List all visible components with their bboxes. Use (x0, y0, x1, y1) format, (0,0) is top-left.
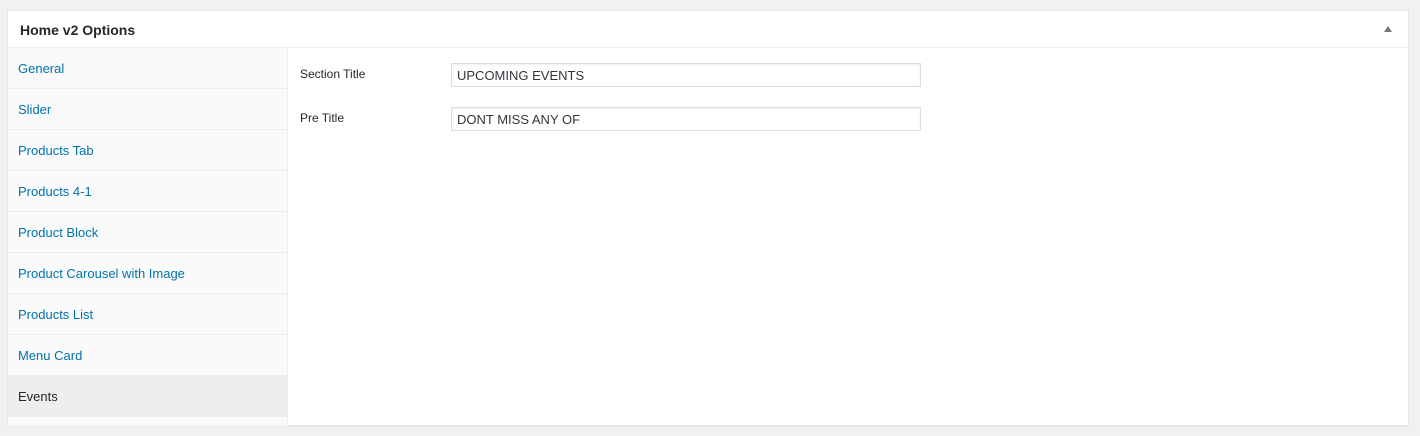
metabox-header[interactable]: Home v2 Options (8, 11, 1408, 48)
section-title-row: Section Title (300, 63, 1396, 87)
section-title-label: Section Title (300, 67, 366, 81)
pre-title-input[interactable] (451, 107, 921, 131)
tab-product-carousel-with-image[interactable]: Product Carousel with Image (8, 253, 287, 294)
tab-menu-card[interactable]: Menu Card (8, 335, 287, 376)
tab-product-block[interactable]: Product Block (8, 212, 287, 253)
home-v2-options-metabox: Home v2 Options General Slider Products … (7, 10, 1409, 426)
tab-products-tab[interactable]: Products Tab (8, 130, 287, 171)
tab-events[interactable]: Events (8, 376, 287, 417)
triangle-up-icon[interactable] (1378, 19, 1398, 39)
metabox-body: General Slider Products Tab Products 4-1… (8, 48, 1408, 426)
tab-general[interactable]: General (8, 48, 287, 89)
tab-products-list[interactable]: Products List (8, 294, 287, 335)
pre-title-row: Pre Title (300, 107, 1396, 131)
section-title-input[interactable] (451, 63, 921, 87)
events-tab-panel: Section Title Pre Title (288, 48, 1408, 426)
options-tab-nav: General Slider Products Tab Products 4-1… (8, 48, 288, 426)
pre-title-label: Pre Title (300, 111, 345, 125)
tab-slider[interactable]: Slider (8, 89, 287, 130)
tab-products-4-1[interactable]: Products 4-1 (8, 171, 287, 212)
metabox-title: Home v2 Options (20, 21, 136, 38)
